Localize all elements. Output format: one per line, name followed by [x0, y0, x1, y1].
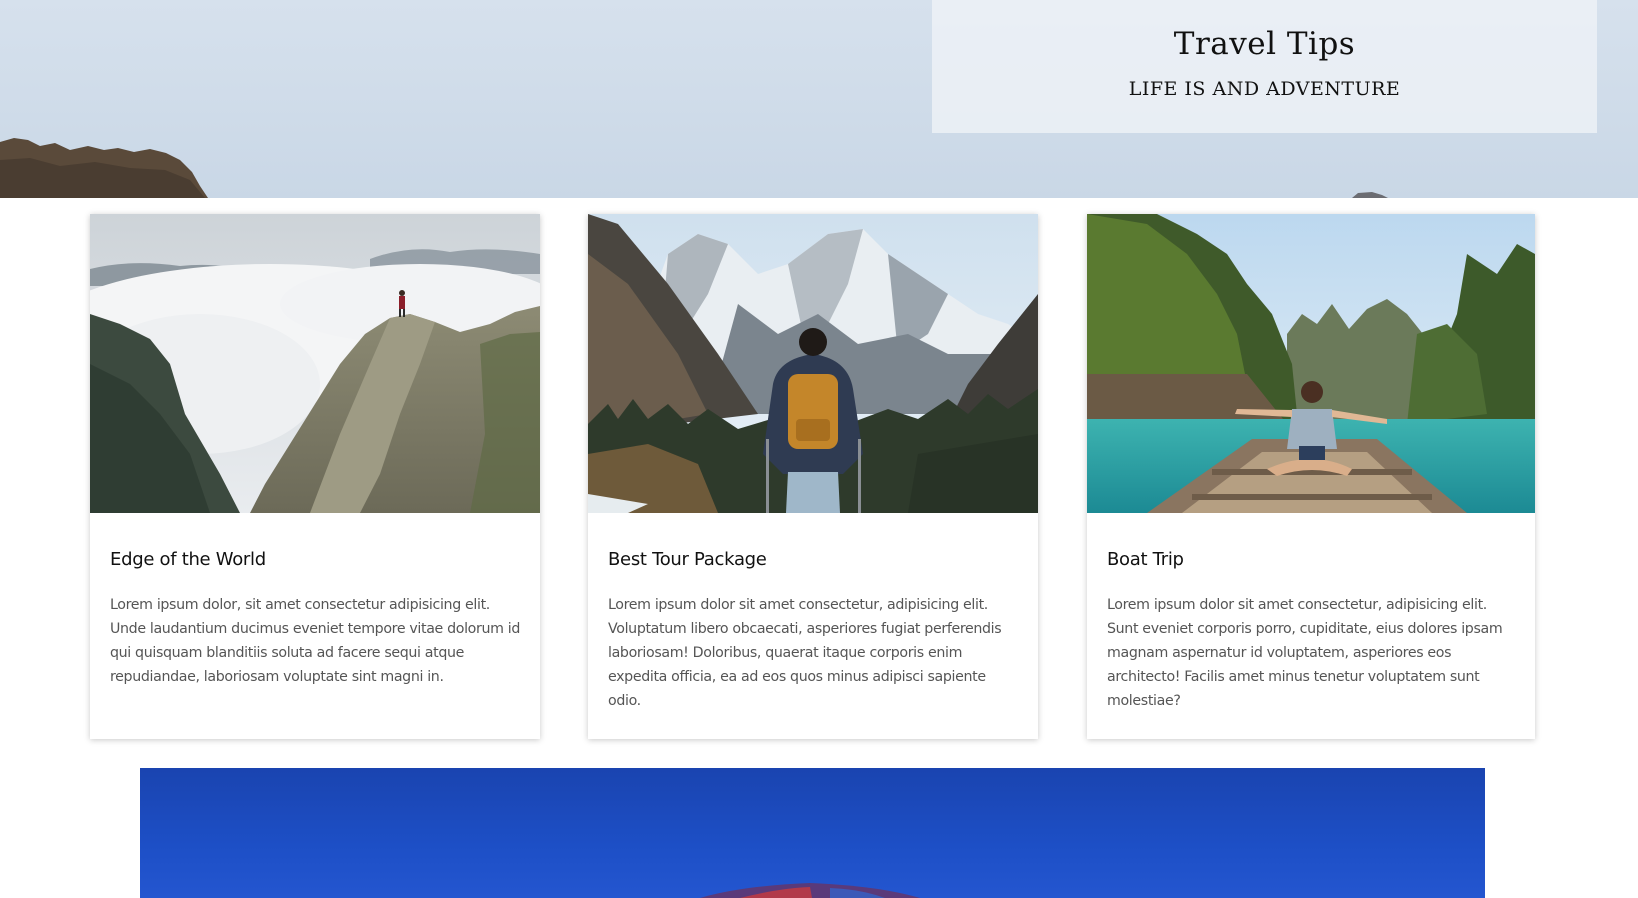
- card-title: Best Tour Package: [608, 549, 767, 570]
- card-description: Lorem ipsum dolor sit amet consectetur, …: [608, 597, 1002, 709]
- card-image-mountains: [588, 214, 1038, 513]
- card-image-boat: [1087, 214, 1535, 513]
- card-title: Boat Trip: [1107, 549, 1184, 570]
- balloon-banner-image: [140, 768, 1485, 898]
- site-tagline: LIFE IS AND ADVENTURE: [1128, 78, 1401, 100]
- card-description: Lorem ipsum dolor, sit amet consectetur …: [110, 597, 521, 685]
- hero-banner: Travel Tips LIFE IS AND ADVENTURE: [0, 0, 1638, 198]
- card-image-cliff: [90, 214, 540, 513]
- card-boat-trip[interactable]: Boat Trip Lorem ipsum dolor sit amet con…: [1087, 214, 1535, 739]
- card-best-tour-package[interactable]: Best Tour Package Lorem ipsum dolor sit …: [588, 214, 1038, 739]
- card-description: Lorem ipsum dolor sit amet consectetur, …: [1107, 597, 1503, 709]
- card-edge-of-the-world[interactable]: Edge of the World Lorem ipsum dolor, sit…: [90, 214, 540, 739]
- site-title: Travel Tips: [1173, 26, 1356, 62]
- title-panel: Travel Tips LIFE IS AND ADVENTURE: [932, 0, 1597, 133]
- card-title: Edge of the World: [110, 549, 266, 570]
